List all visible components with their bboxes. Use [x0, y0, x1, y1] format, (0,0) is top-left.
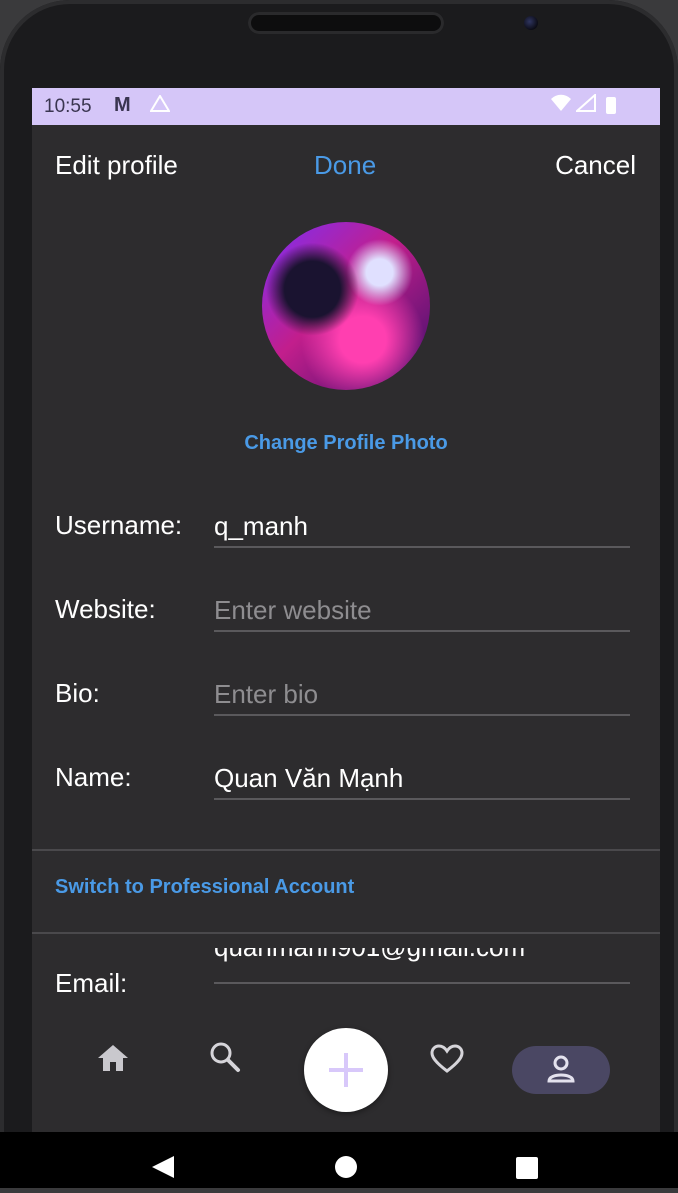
done-button[interactable]: Done: [314, 150, 376, 181]
email-value: quanmanh901@gmail.com: [214, 948, 525, 963]
divider: [32, 849, 660, 851]
bottom-nav: [32, 1018, 660, 1132]
add-icon: [329, 1053, 363, 1087]
name-label: Name:: [55, 762, 132, 792]
back-icon[interactable]: [152, 1156, 174, 1178]
name-input[interactable]: [214, 758, 630, 800]
website-label: Website:: [55, 594, 156, 624]
recents-icon[interactable]: [516, 1157, 538, 1179]
username-label: Username:: [55, 510, 183, 540]
drive-icon: [149, 94, 171, 119]
status-bar: 10:55 M: [32, 88, 660, 125]
cancel-button[interactable]: Cancel: [555, 150, 636, 181]
page-title: Edit profile: [55, 150, 178, 180]
email-field[interactable]: quanmanh901@gmail.com: [214, 948, 630, 984]
username-input[interactable]: [214, 506, 630, 548]
system-nav-bar: [0, 1132, 678, 1188]
battery-icon: [606, 97, 616, 114]
profile-avatar[interactable]: [262, 222, 430, 390]
app-screen: 10:55 M Edit profile Done Cancel Change …: [32, 88, 660, 1132]
divider: [32, 932, 660, 934]
heart-icon[interactable]: [430, 1044, 464, 1079]
home-icon[interactable]: [96, 1042, 130, 1079]
wifi-icon: [550, 94, 572, 118]
status-time: 10:55: [44, 96, 92, 117]
website-input[interactable]: [214, 590, 630, 632]
bio-label: Bio:: [55, 678, 100, 708]
signal-icon: [574, 92, 596, 118]
add-post-button[interactable]: [304, 1028, 388, 1112]
home-nav-icon[interactable]: [335, 1156, 357, 1178]
switch-professional-account-link[interactable]: Switch to Professional Account: [55, 876, 354, 899]
profile-icon: [547, 1055, 575, 1083]
gmail-icon: M: [114, 94, 131, 116]
email-label: Email:: [55, 968, 128, 998]
search-icon[interactable]: [208, 1040, 242, 1079]
profile-tab[interactable]: [512, 1046, 610, 1094]
bio-input[interactable]: [214, 674, 630, 716]
earpiece-speaker: [248, 12, 444, 34]
change-profile-photo-link[interactable]: Change Profile Photo: [32, 432, 660, 455]
front-camera: [524, 16, 538, 30]
